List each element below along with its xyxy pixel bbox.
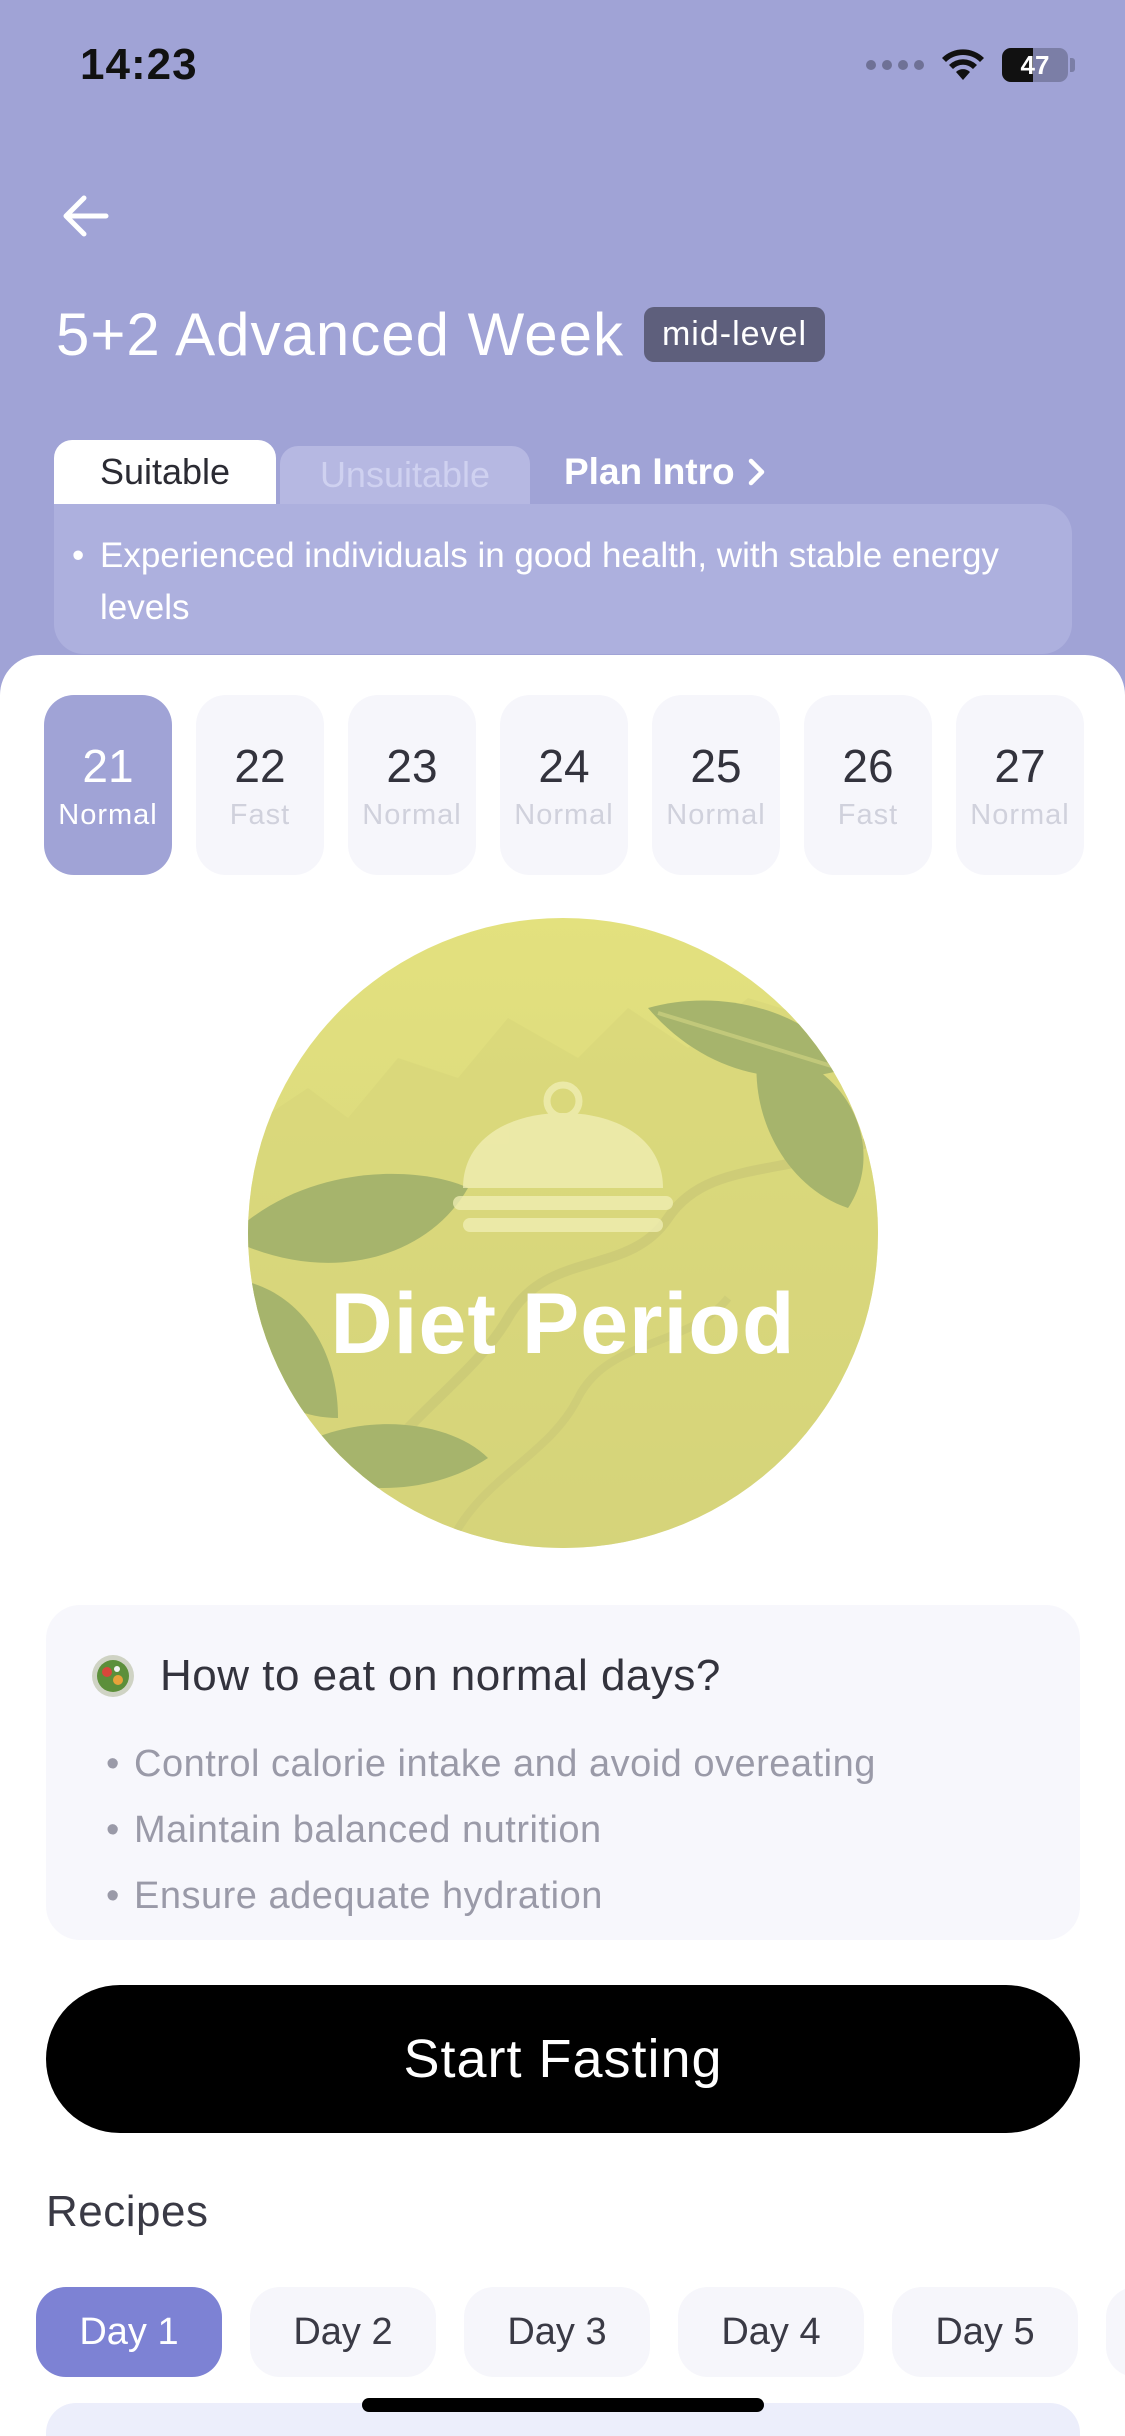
day-selector: 21 Normal 22 Fast 23 Normal 24 Normal 25… <box>44 695 1084 875</box>
header-background: 14:23 47 5+2 Advanced Week mid-level Sui… <box>0 0 1125 720</box>
day-chip[interactable]: 24 Normal <box>500 695 628 875</box>
tab-day-3[interactable]: Day 3 <box>464 2287 650 2377</box>
tab-unsuitable[interactable]: Unsuitable <box>280 446 530 504</box>
day-number: 24 <box>538 739 590 792</box>
recipe-day-tabs: Day 1 Day 2 Day 3 Day 4 Day 5 <box>36 2287 1125 2377</box>
tips-header: How to eat on normal days? <box>90 1651 1036 1701</box>
plan-intro-label: Plan Intro <box>564 451 735 492</box>
day-number: 26 <box>842 739 894 792</box>
list-item: Maintain balanced nutrition <box>106 1797 1036 1863</box>
tab-day-4[interactable]: Day 4 <box>678 2287 864 2377</box>
tips-card: How to eat on normal days? Control calor… <box>46 1605 1080 1940</box>
status-icons: 47 <box>866 48 1075 82</box>
tab-day-1[interactable]: Day 1 <box>36 2287 222 2377</box>
day-number: 23 <box>386 739 438 792</box>
day-type: Normal <box>58 798 158 831</box>
suitable-text: Experienced individuals in good health, … <box>72 530 1026 634</box>
day-chip[interactable]: 22 Fast <box>196 695 324 875</box>
chevron-right-icon <box>748 458 764 486</box>
plan-intro-link[interactable]: Plan Intro <box>564 440 769 504</box>
day-number: 21 <box>82 739 134 792</box>
content-sheet: 21 Normal 22 Fast 23 Normal 24 Normal 25… <box>0 655 1125 2436</box>
tab-suitable[interactable]: Suitable <box>54 440 276 504</box>
day-chip[interactable]: 23 Normal <box>348 695 476 875</box>
day-chip[interactable]: 26 Fast <box>804 695 932 875</box>
home-indicator[interactable] <box>362 2398 764 2412</box>
status-bar: 14:23 47 <box>0 0 1125 140</box>
tips-list: Control calorie intake and avoid overeat… <box>90 1731 1036 1929</box>
plan-title-row: 5+2 Advanced Week mid-level <box>56 300 826 369</box>
recipes-heading: Recipes <box>46 2187 209 2236</box>
suitability-description: Experienced individuals in good health, … <box>54 504 1072 654</box>
battery-icon: 47 <box>1002 48 1068 82</box>
day-type: Normal <box>666 798 766 831</box>
status-time: 14:23 <box>80 40 198 89</box>
day-chip[interactable]: 25 Normal <box>652 695 780 875</box>
level-badge: mid-level <box>643 307 826 362</box>
wifi-icon <box>942 49 984 80</box>
battery-level: 47 <box>1020 49 1050 80</box>
day-type: Normal <box>514 798 614 831</box>
tab-day-more[interactable] <box>1106 2287 1125 2377</box>
day-chip[interactable]: 21 Normal <box>44 695 172 875</box>
day-type: Fast <box>229 798 291 831</box>
day-type: Fast <box>837 798 899 831</box>
day-number: 27 <box>994 739 1046 792</box>
day-type: Normal <box>970 798 1070 831</box>
list-item: Ensure adequate hydration <box>106 1863 1036 1929</box>
day-number: 22 <box>234 739 286 792</box>
list-item: Control calorie intake and avoid overeat… <box>106 1731 1036 1797</box>
salad-icon <box>92 1655 134 1697</box>
tab-day-2[interactable]: Day 2 <box>250 2287 436 2377</box>
tab-day-5[interactable]: Day 5 <box>892 2287 1078 2377</box>
signal-icon <box>866 60 924 70</box>
diet-period-illustration <box>248 918 878 1548</box>
back-button[interactable] <box>56 186 116 246</box>
day-type: Normal <box>362 798 462 831</box>
back-arrow-icon <box>63 195 109 237</box>
plan-title: 5+2 Advanced Week <box>56 301 624 368</box>
tips-title: How to eat on normal days? <box>160 1651 721 1700</box>
period-label: Diet Period <box>330 1276 796 1372</box>
suitability-tabs: Suitable Unsuitable Plan Intro <box>54 440 769 504</box>
day-chip[interactable]: 27 Normal <box>956 695 1084 875</box>
day-number: 25 <box>690 739 742 792</box>
start-fasting-button[interactable]: Start Fasting <box>46 1985 1080 2133</box>
